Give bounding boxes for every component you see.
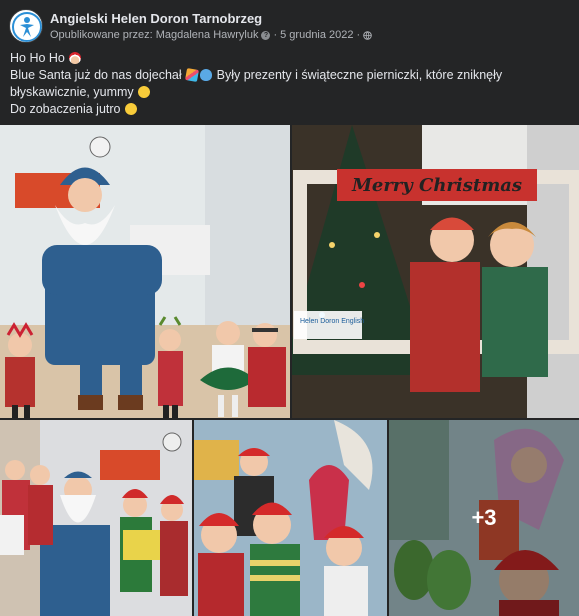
info-icon[interactable]: ?	[261, 30, 271, 40]
helen-doron-frame-label: Helen Doron English	[300, 318, 364, 325]
smile-emoji-icon	[124, 103, 137, 115]
meta-separator: ·	[356, 29, 361, 41]
photo-blue-santa-group[interactable]	[0, 125, 290, 418]
merry-christmas-sign: Merry Christmas	[351, 175, 522, 196]
post-meta: Opublikowane przez: Magdalena Hawryluk ?…	[50, 29, 372, 41]
more-photos-overlay[interactable]: +3	[389, 420, 579, 616]
smile-emoji-icon	[138, 86, 151, 98]
facebook-post: Angielski Helen Doron Tarnobrzeg Opublik…	[0, 0, 579, 616]
photo-image	[0, 420, 192, 616]
blue-heart-emoji-icon	[200, 69, 213, 81]
more-photos-count: +3	[471, 505, 497, 530]
party-popper-emoji-icon	[185, 68, 200, 82]
photo-kids-santa-hats[interactable]	[194, 420, 387, 616]
post-header: Angielski Helen Doron Tarnobrzeg Opublik…	[0, 0, 579, 46]
post-date-link[interactable]: 5 grudnia 2022	[280, 29, 353, 41]
photo-image	[194, 420, 387, 616]
photo-merry-christmas-frame[interactable]: Merry Christmas Helen Doron English	[292, 125, 579, 418]
photo-image	[0, 125, 290, 418]
photo-more[interactable]: +3	[389, 420, 579, 616]
author-link[interactable]: Magdalena Hawryluk	[156, 29, 259, 41]
meta-separator: ·	[273, 29, 278, 41]
post-line-1: Ho Ho Ho	[10, 51, 65, 65]
post-text: Ho Ho Ho Blue Santa już do nas dojechał …	[10, 50, 570, 118]
published-by-label: Opublikowane przez:	[50, 29, 153, 41]
globe-icon	[363, 30, 372, 40]
post-line-4: Do zobaczenia jutro	[10, 102, 121, 116]
photo-image: Merry Christmas Helen Doron English	[292, 125, 579, 418]
photo-group-with-santa[interactable]	[0, 420, 192, 616]
photo-grid: Merry Christmas Helen Doron English +3	[0, 125, 579, 616]
helen-doron-logo-icon	[12, 12, 42, 42]
page-avatar[interactable]	[9, 9, 43, 43]
page-name-link[interactable]: Angielski Helen Doron Tarnobrzeg	[50, 11, 262, 26]
santa-emoji-icon	[69, 52, 82, 64]
post-line-2: Blue Santa już do nas dojechał	[10, 68, 182, 82]
